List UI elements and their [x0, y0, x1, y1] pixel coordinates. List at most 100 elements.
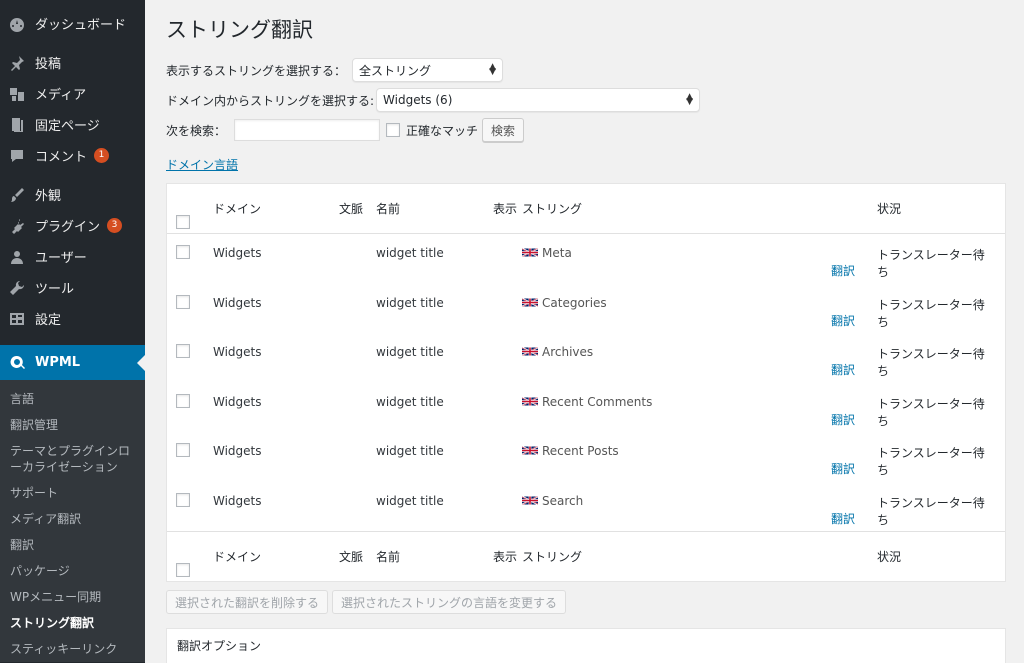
row-status: トランスレーター待ち	[877, 248, 985, 279]
submenu-string-translation[interactable]: ストリング翻訳	[0, 610, 145, 636]
change-language-button[interactable]: 選択されたストリングの言語を変更する	[332, 590, 567, 614]
wrench-icon	[8, 279, 26, 297]
row-string: Categories 翻訳	[520, 284, 860, 334]
submenu-sticky-links[interactable]: スティッキーリンク	[0, 636, 145, 662]
translate-link[interactable]: 翻訳	[831, 262, 855, 279]
row-name: widget title	[376, 394, 444, 409]
row-checkbox[interactable]	[176, 443, 190, 457]
uk-flag-icon	[522, 247, 538, 258]
media-icon	[8, 85, 26, 103]
menu-label: ダッシュボード	[35, 18, 127, 33]
menu-item-tools[interactable]: ツール	[0, 272, 145, 303]
exact-match-checkbox[interactable]	[386, 123, 401, 137]
row-context	[336, 432, 366, 482]
row-view	[490, 333, 520, 383]
user-icon	[8, 248, 26, 266]
row-string: Archives 翻訳	[520, 333, 860, 383]
select-arrows-icon: ▲ ▼	[686, 92, 694, 107]
domain-filter-label: ドメイン内からストリングを選択する:	[166, 93, 375, 108]
footer-status: 状況	[877, 550, 902, 564]
header-string: ストリング	[522, 202, 583, 216]
domain-language-link[interactable]: ドメイン言語	[166, 158, 238, 172]
main-content: ストリング翻訳 表示するストリングを選択する： 全ストリング ▲ ▼ ドメイン内か…	[166, 0, 1006, 663]
submenu-media-translation[interactable]: メディア翻訳	[0, 506, 145, 532]
footer-view: 表示	[492, 549, 517, 564]
submenu-theme-plugin-localization[interactable]: テーマとプラグインローカライゼーション	[0, 438, 145, 480]
strings-table: ドメイン 文脈 名前 表示 ストリング 状況 Widgets widget tit…	[166, 183, 1006, 582]
row-status: トランスレーター待ち	[877, 297, 985, 329]
translate-link[interactable]: 翻訳	[831, 510, 855, 527]
row-string-text: Archives	[542, 345, 594, 359]
row-name: widget title	[376, 295, 444, 310]
row-context	[336, 383, 366, 433]
row-name: widget title	[376, 345, 444, 359]
search-input[interactable]	[234, 119, 381, 141]
page-title: ストリング翻訳	[166, 18, 313, 42]
row-context	[336, 333, 366, 383]
menu-label: メディア	[35, 88, 87, 103]
table-row: Widgets widget title Recent Comments 翻訳 トランス…	[167, 383, 1005, 433]
uk-flag-icon	[522, 495, 538, 505]
uk-flag-icon	[522, 445, 538, 456]
row-checkbox[interactable]	[176, 393, 190, 408]
row-view	[490, 432, 520, 482]
submenu-translation-management[interactable]: 翻訳管理	[0, 412, 145, 438]
select-arrows-icon: ▲ ▼	[489, 62, 497, 77]
status-filter-label: 表示するストリングを選択する：	[166, 63, 347, 78]
row-context	[336, 284, 366, 334]
row-view	[490, 234, 520, 284]
menu-item-plugins[interactable]: プラグイン 3	[0, 210, 145, 241]
translate-link[interactable]: 翻訳	[831, 312, 855, 329]
translation-options-box: 翻訳オプション	[166, 628, 1006, 663]
plugin-update-badge: 3	[107, 218, 123, 233]
menu-item-posts[interactable]: 投稿	[0, 47, 145, 78]
menu-item-wpml[interactable]: WPML	[0, 345, 145, 380]
submenu-languages[interactable]: 言語	[0, 386, 145, 412]
menu-item-pages[interactable]: 固定ページ	[0, 109, 145, 140]
select-all-checkbox[interactable]	[176, 214, 190, 229]
menu-item-settings[interactable]: 設定	[0, 303, 145, 334]
translate-link[interactable]: 翻訳	[831, 411, 855, 428]
select-all-checkbox-footer[interactable]	[176, 562, 190, 577]
submenu-translations[interactable]: 翻訳	[0, 532, 145, 558]
menu-item-users[interactable]: ユーザー	[0, 241, 145, 272]
search-button[interactable]: 検索	[482, 118, 525, 142]
row-context	[336, 234, 366, 284]
menu-item-appearance[interactable]: 外観	[0, 179, 145, 210]
menu-label: 外観	[35, 189, 62, 204]
submenu-support[interactable]: サポート	[0, 480, 145, 506]
translate-link[interactable]: 翻訳	[831, 361, 855, 378]
delete-selected-button[interactable]: 選択された翻訳を削除する	[166, 590, 329, 614]
row-string-text: Meta	[542, 246, 572, 260]
menu-item-comments[interactable]: コメント 1	[0, 140, 145, 171]
row-view	[490, 383, 520, 433]
footer-domain: ドメイン	[213, 550, 262, 564]
translate-link[interactable]: 翻訳	[831, 460, 855, 477]
menu-item-media[interactable]: メディア	[0, 78, 145, 109]
menu-label: ユーザー	[35, 251, 87, 266]
comment-icon	[8, 147, 26, 165]
domain-select[interactable]: Widgets (6) ▲ ▼	[376, 88, 701, 112]
row-checkbox[interactable]	[176, 245, 190, 259]
menu-label: 投稿	[35, 57, 62, 72]
row-checkbox[interactable]	[176, 294, 190, 309]
header-name: 名前	[376, 202, 401, 216]
header-status: 状況	[877, 202, 902, 216]
bulk-actions: 選択された翻訳を削除する 選択されたストリングの言語を変更する	[166, 590, 1006, 614]
row-status: トランスレーター待ち	[877, 446, 985, 477]
status-select[interactable]: 全ストリング ▲ ▼	[352, 58, 504, 82]
translation-options-title: 翻訳オプション	[177, 639, 262, 653]
search-label: 次を検索：	[166, 123, 227, 138]
menu-label: ツール	[35, 282, 75, 297]
plugin-icon	[8, 217, 26, 235]
menu-item-dashboard[interactable]: ダッシュボード	[0, 8, 145, 39]
row-checkbox[interactable]	[176, 344, 190, 358]
row-checkbox[interactable]	[176, 492, 190, 507]
table-header: ドメイン 文脈 名前 表示 ストリング 状況	[167, 184, 1005, 234]
string-status-filter: 表示するストリングを選択する： 全ストリング ▲ ▼	[166, 56, 1006, 84]
row-view	[490, 284, 520, 334]
row-context	[336, 482, 366, 532]
footer-string: ストリング	[522, 550, 583, 564]
submenu-packages[interactable]: パッケージ	[0, 558, 145, 584]
submenu-wp-menu-sync[interactable]: WPメニュー同期	[0, 584, 145, 610]
